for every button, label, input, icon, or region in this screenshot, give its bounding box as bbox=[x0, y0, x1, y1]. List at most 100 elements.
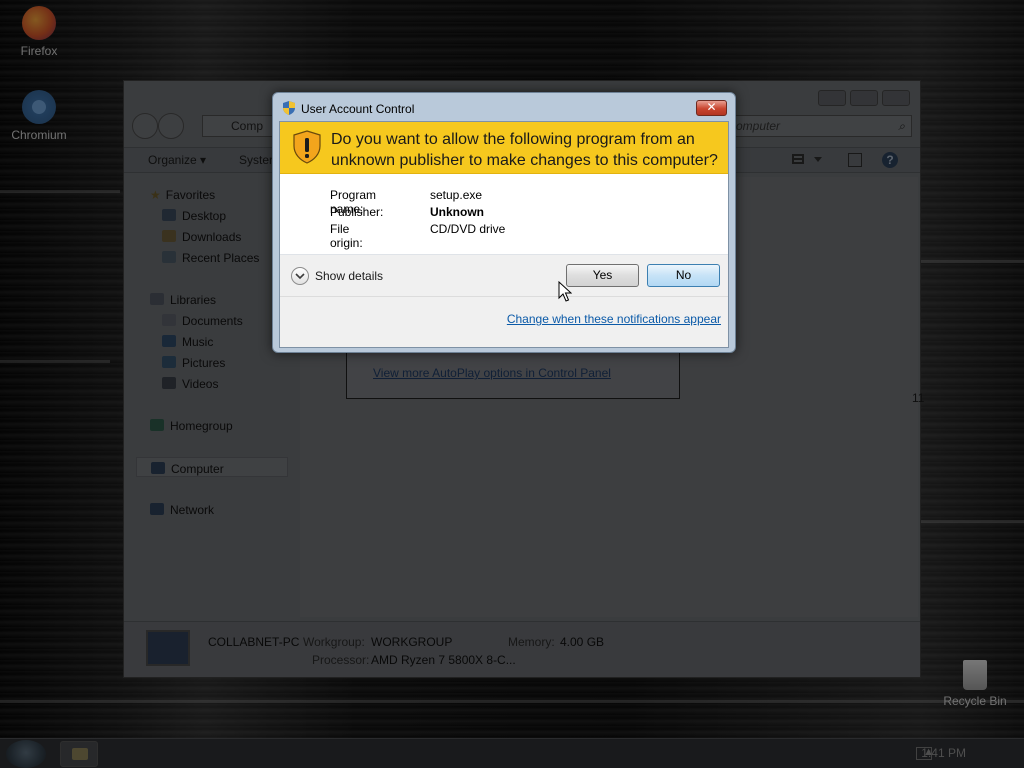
sidebar-item-label: Recent Places bbox=[182, 251, 260, 265]
maximize-button[interactable] bbox=[850, 90, 878, 106]
close-button[interactable] bbox=[882, 90, 910, 106]
sidebar-item-favorites[interactable]: ★ Favorites bbox=[150, 188, 215, 202]
view-options-icon[interactable] bbox=[792, 153, 826, 167]
uac-shield-icon bbox=[283, 101, 295, 115]
autoplay-options-link[interactable]: View more AutoPlay options in Control Pa… bbox=[373, 366, 611, 380]
desktop-folder-icon bbox=[162, 209, 176, 221]
sidebar-item-label: Network bbox=[170, 503, 215, 517]
file-origin-label: File origin: bbox=[330, 222, 363, 250]
uac-warning-header: Do you want to allow the following progr… bbox=[280, 122, 728, 174]
wallpaper-streak bbox=[0, 700, 1024, 703]
desktop-icon-firefox[interactable]: Firefox bbox=[4, 6, 74, 58]
wallpaper-streak bbox=[0, 360, 110, 363]
computer-icon bbox=[151, 462, 165, 474]
system-properties-button[interactable]: Syster bbox=[239, 153, 273, 167]
uac-body: Do you want to allow the following progr… bbox=[279, 121, 729, 348]
sidebar-item-recent-places[interactable]: Recent Places bbox=[162, 251, 259, 265]
uac-dialog: User Account Control ✕ Do you want to al… bbox=[272, 92, 736, 353]
uac-question-text: Do you want to allow the following progr… bbox=[331, 131, 718, 169]
network-icon bbox=[150, 503, 164, 515]
program-name-value: setup.exe bbox=[430, 188, 483, 202]
libraries-icon bbox=[150, 293, 164, 305]
publisher-label: Publisher: bbox=[330, 205, 384, 219]
search-placeholder: omputer bbox=[736, 119, 781, 133]
memory-value: 4.00 GB bbox=[560, 635, 605, 649]
processor-label: Processor: bbox=[312, 653, 370, 667]
sidebar-item-videos[interactable]: Videos bbox=[162, 377, 218, 391]
sidebar-item-libraries[interactable]: Libraries bbox=[150, 293, 216, 307]
show-details-label[interactable]: Show details bbox=[315, 269, 383, 283]
videos-icon bbox=[162, 377, 176, 389]
homegroup-icon bbox=[150, 419, 164, 431]
mouse-cursor-icon bbox=[558, 281, 572, 302]
yes-button[interactable]: Yes bbox=[566, 264, 639, 287]
sidebar-item-desktop[interactable]: Desktop bbox=[162, 209, 226, 223]
pictures-icon bbox=[162, 356, 176, 368]
preview-pane-icon[interactable] bbox=[848, 153, 862, 167]
desktop-icon-label: Chromium bbox=[11, 128, 67, 142]
sidebar-item-homegroup[interactable]: Homegroup bbox=[150, 419, 233, 433]
chromium-icon bbox=[22, 90, 56, 124]
partial-text: 11 bbox=[912, 391, 925, 405]
downloads-folder-icon bbox=[162, 230, 176, 242]
sidebar-item-label: Pictures bbox=[182, 356, 226, 370]
sidebar-item-label: Homegroup bbox=[170, 419, 233, 433]
address-text: Comp bbox=[231, 119, 264, 133]
recent-places-icon bbox=[162, 251, 176, 263]
warning-shield-icon bbox=[293, 130, 321, 164]
sidebar-item-label: Documents bbox=[182, 314, 243, 328]
sidebar-item-computer[interactable]: Computer bbox=[136, 457, 288, 477]
divider bbox=[280, 296, 728, 297]
forward-button[interactable] bbox=[158, 113, 184, 139]
memory-label: Memory: bbox=[508, 635, 555, 649]
firefox-icon bbox=[22, 6, 56, 40]
sidebar-item-pictures[interactable]: Pictures bbox=[162, 356, 225, 370]
chevron-down-icon bbox=[295, 273, 305, 280]
search-input[interactable]: omputer ⌕ bbox=[727, 115, 912, 137]
recycle-bin-icon bbox=[963, 660, 987, 690]
wallpaper-streak bbox=[920, 520, 1024, 523]
taskbar-explorer-button[interactable] bbox=[60, 741, 98, 767]
workgroup-label: Workgroup: bbox=[303, 635, 365, 649]
music-icon bbox=[162, 335, 176, 347]
sidebar-item-downloads[interactable]: Downloads bbox=[162, 230, 241, 244]
uac-titlebar: User Account Control ✕ bbox=[273, 93, 735, 121]
search-icon: ⌕ bbox=[898, 119, 905, 133]
organize-menu[interactable]: Organize ▾ bbox=[148, 153, 206, 167]
desktop-icon-label: Firefox bbox=[20, 44, 58, 58]
back-button[interactable] bbox=[132, 113, 158, 139]
sidebar-item-label: Libraries bbox=[170, 293, 217, 307]
sidebar-item-music[interactable]: Music bbox=[162, 335, 213, 349]
show-details-button[interactable] bbox=[291, 267, 309, 285]
publisher-value: Unknown bbox=[430, 205, 484, 219]
uac-action-area: Show details Yes No Change when these no… bbox=[280, 255, 728, 347]
minimize-button[interactable] bbox=[818, 90, 846, 106]
desktop-icon-chromium[interactable]: Chromium bbox=[4, 90, 74, 142]
folder-icon bbox=[72, 748, 88, 760]
desktop-icon-recycle-bin[interactable]: Recycle Bin bbox=[940, 660, 1010, 708]
computer-icon bbox=[146, 630, 190, 666]
details-pane: COLLABNET-PC Workgroup: WORKGROUP Memory… bbox=[124, 621, 920, 677]
workgroup-value: WORKGROUP bbox=[371, 635, 453, 649]
sidebar-item-label: Computer bbox=[171, 462, 224, 476]
uac-close-button[interactable]: ✕ bbox=[696, 100, 727, 116]
sidebar-item-label: Desktop bbox=[182, 209, 227, 223]
taskbar: ▲ 1:41 PM bbox=[0, 738, 1024, 768]
clock[interactable]: 1:41 PM bbox=[921, 746, 966, 760]
documents-icon bbox=[162, 314, 176, 326]
sidebar-item-network[interactable]: Network bbox=[150, 503, 214, 517]
sidebar-item-documents[interactable]: Documents bbox=[162, 314, 243, 328]
sidebar-item-label: Videos bbox=[182, 377, 219, 391]
change-notifications-link[interactable]: Change when these notifications appear bbox=[507, 312, 721, 326]
uac-title: User Account Control bbox=[301, 102, 415, 116]
processor-value: AMD Ryzen 7 5800X 8-C... bbox=[371, 653, 516, 667]
start-button[interactable] bbox=[6, 740, 46, 768]
file-origin-value: CD/DVD drive bbox=[430, 222, 506, 236]
no-button[interactable]: No bbox=[647, 264, 720, 287]
help-icon[interactable]: ? bbox=[882, 152, 898, 168]
desktop-icon-label: Recycle Bin bbox=[943, 694, 1007, 708]
wallpaper-streak bbox=[920, 260, 1024, 263]
pc-name: COLLABNET-PC bbox=[208, 635, 300, 649]
sidebar-item-label: Downloads bbox=[182, 230, 242, 244]
sidebar-item-label: Music bbox=[182, 335, 214, 349]
